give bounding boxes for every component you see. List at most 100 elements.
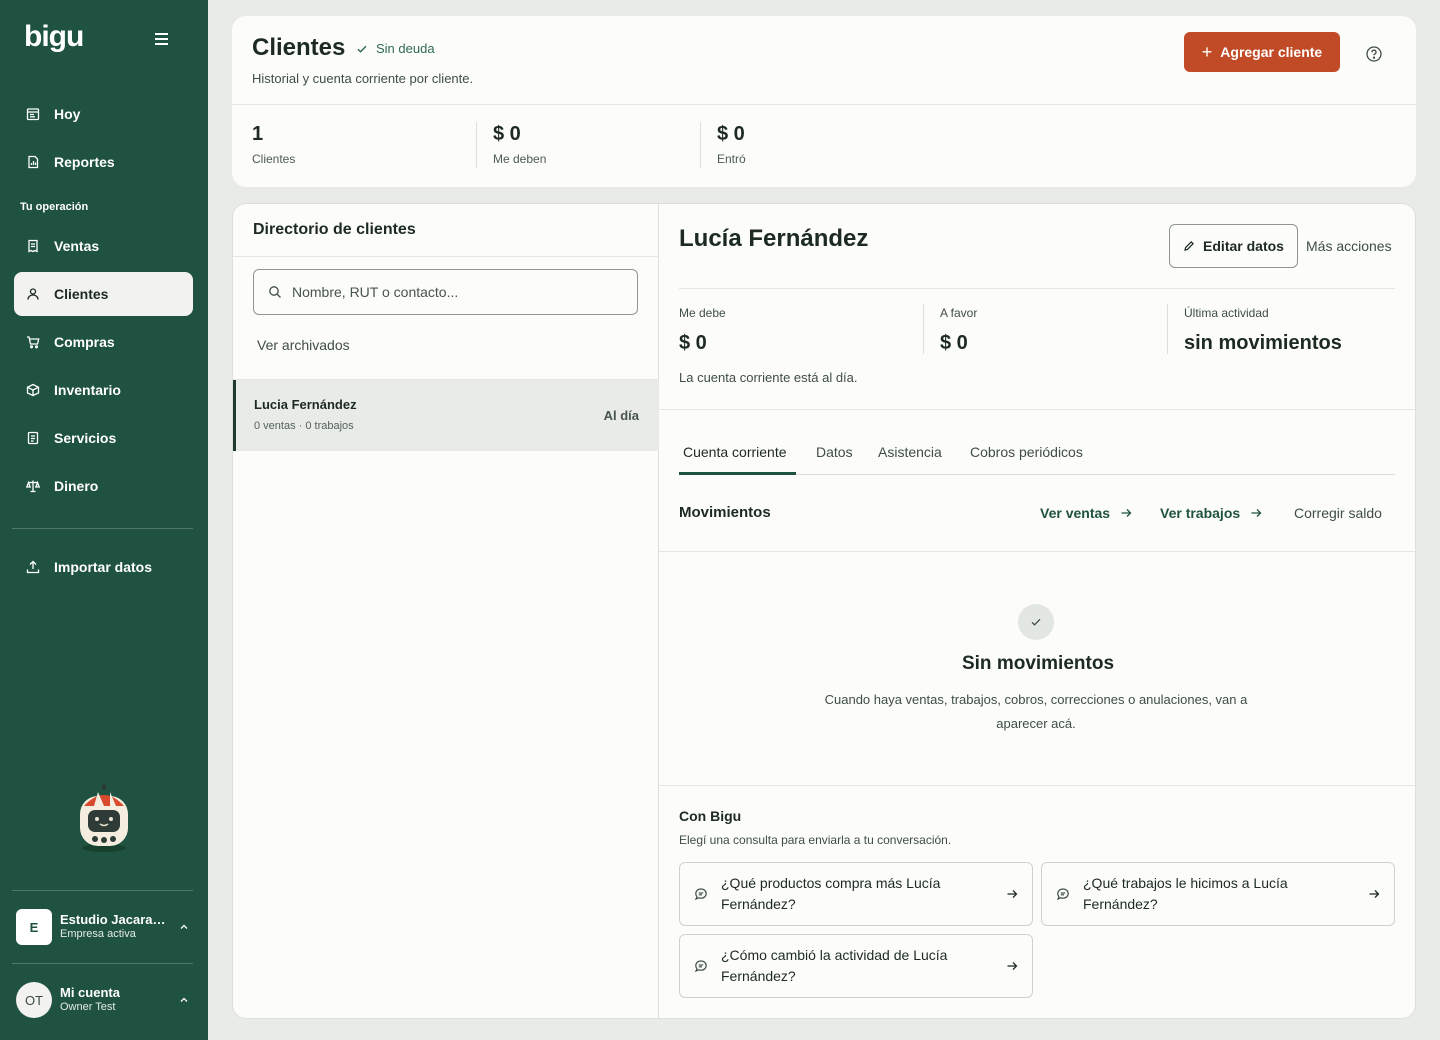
empty-state-description: Cuando haya ventas, trabajos, cobros, co… (824, 692, 1248, 731)
company-avatar: E (16, 909, 52, 945)
sidebar-item-label: Inventario (54, 382, 121, 398)
view-jobs-link[interactable]: Ver trabajos (1160, 505, 1262, 521)
add-client-button[interactable]: + Agregar cliente (1184, 32, 1340, 72)
search-input[interactable] (292, 284, 612, 300)
stat-value: 1 (252, 123, 264, 145)
sidebar-item-hoy[interactable]: Hoy (14, 92, 193, 136)
list-item[interactable]: Lucia Fernández 0 ventas · 0 trabajos Al… (233, 380, 659, 451)
suggested-question[interactable]: ¿Qué trabajos le hicimos a Lucía Fernánd… (1041, 862, 1395, 926)
edit-data-button[interactable]: Editar datos (1169, 224, 1298, 268)
arrow-right-icon (1369, 890, 1380, 898)
help-icon[interactable] (1365, 45, 1383, 63)
suggested-question[interactable]: ¿Qué productos compra más Lucía Fernánde… (679, 862, 1033, 926)
detail-divider (659, 785, 1415, 786)
clients-panel: Directorio de clientes Ver archivados Lu… (232, 203, 1416, 1019)
add-client-label: Agregar cliente (1220, 44, 1323, 60)
company-status: Empresa activa (60, 928, 136, 941)
tab-cobros-periodicos[interactable]: Cobros periódicos (970, 444, 1083, 460)
detail-divider (679, 288, 1395, 289)
detail-divider (659, 409, 1415, 410)
stat-income: $ 0 Entró (717, 123, 746, 166)
correct-balance-button[interactable]: Corregir saldo (1294, 505, 1382, 521)
view-sales-link[interactable]: Ver ventas (1040, 505, 1132, 521)
menu-toggle-button[interactable] (150, 30, 172, 50)
mascot-icon (80, 784, 128, 852)
page-title: Clientes (252, 34, 346, 61)
active-tab-indicator (679, 472, 796, 475)
sidebar-item-dinero[interactable]: Dinero (14, 464, 193, 508)
balance-last-activity: Última actividad sin movimientos (1184, 306, 1342, 355)
question-text: ¿Qué productos compra más Lucía Fernánde… (721, 875, 941, 912)
more-actions-button[interactable]: Más acciones (1306, 238, 1392, 254)
page-header: Clientes Sin deuda Historial y cuenta co… (232, 16, 1416, 187)
header-divider (232, 104, 1416, 105)
sidebar-item-label: Ventas (54, 238, 100, 254)
sidebar-item-label: Importar datos (54, 559, 153, 575)
pencil-icon (1184, 241, 1194, 251)
detail-divider (659, 551, 1415, 552)
sidebar-item-label: Clientes (54, 286, 109, 302)
client-status: Al día (603, 408, 639, 423)
view-archived-link[interactable]: Ver archivados (257, 337, 350, 353)
balance-label: Me debe (679, 306, 726, 320)
sidebar-divider (12, 890, 193, 891)
stat-value: $ 0 (493, 123, 521, 145)
tab-datos[interactable]: Datos (816, 444, 853, 460)
balance-credit: A favor $ 0 (940, 306, 977, 355)
search-icon (269, 286, 281, 298)
chat-icon (1056, 888, 1069, 901)
scale-icon (26, 479, 40, 493)
sidebar-divider (12, 528, 193, 529)
company-switcher[interactable]: E Estudio Jacara… Empresa activa (16, 907, 196, 947)
movements-title: Movimientos (679, 504, 771, 521)
tab-asistencia[interactable]: Asistencia (878, 444, 942, 460)
sidebar-item-compras[interactable]: Compras (14, 320, 193, 364)
document-icon (26, 431, 40, 445)
chevron-up-icon (180, 924, 188, 929)
sidebar-item-importar[interactable]: Importar datos (14, 545, 193, 589)
account-menu[interactable]: OT Mi cuenta Owner Test (16, 980, 196, 1020)
status-badge: Sin deuda (356, 41, 435, 56)
client-detail-name: Lucía Fernández (679, 225, 869, 252)
sidebar-item-servicios[interactable]: Servicios (14, 416, 193, 460)
search-field[interactable] (253, 269, 638, 315)
assistant-title: Con Bigu (679, 808, 742, 824)
balance-value: $ 0 (679, 332, 707, 354)
sidebar-item-reportes[interactable]: Reportes (14, 140, 193, 184)
view-jobs-label: Ver trabajos (1160, 505, 1241, 521)
arrow-right-icon (1121, 509, 1132, 517)
sidebar-item-clientes[interactable]: Clientes (14, 272, 193, 316)
suggested-question[interactable]: ¿Cómo cambió la actividad de Lucía Ferná… (679, 934, 1033, 998)
app-logo[interactable]: bigu (24, 20, 84, 54)
check-icon (357, 45, 367, 53)
box-icon (26, 383, 40, 397)
sidebar-item-label: Compras (54, 334, 115, 350)
upload-icon (26, 560, 40, 574)
tab-cuenta-corriente[interactable]: Cuenta corriente (683, 444, 787, 460)
balance-value: sin movimientos (1184, 332, 1342, 354)
sidebar-item-label: Dinero (54, 478, 99, 494)
directory-divider (233, 256, 659, 257)
sidebar-item-inventario[interactable]: Inventario (14, 368, 193, 412)
empty-state-check-icon (1018, 604, 1054, 640)
directory-title: Directorio de clientes (253, 221, 416, 238)
user-icon (26, 287, 40, 301)
edit-data-label: Editar datos (1203, 238, 1284, 254)
stat-divider (700, 122, 701, 168)
stat-label: Me deben (493, 152, 547, 166)
stat-label: Entró (717, 152, 746, 166)
balance-divider (1167, 304, 1168, 354)
balance-owes: Me debe $ 0 (679, 306, 726, 355)
client-name: Lucia Fernández (254, 397, 357, 412)
sidebar-item-label: Servicios (54, 430, 117, 446)
account-user: Owner Test (60, 1001, 116, 1014)
stat-divider (476, 122, 477, 168)
sidebar-item-label: Reportes (54, 154, 115, 170)
sidebar-item-ventas[interactable]: Ventas (14, 224, 193, 268)
balance-label: Última actividad (1184, 306, 1269, 320)
question-text: ¿Cómo cambió la actividad de Lucía Ferná… (721, 947, 948, 984)
account-title: Mi cuenta (60, 985, 120, 1000)
arrow-right-icon (1007, 962, 1018, 970)
sidebar: bigu Hoy Reportes Tu operación Ventas Cl… (0, 0, 208, 1040)
chat-icon (694, 888, 707, 901)
